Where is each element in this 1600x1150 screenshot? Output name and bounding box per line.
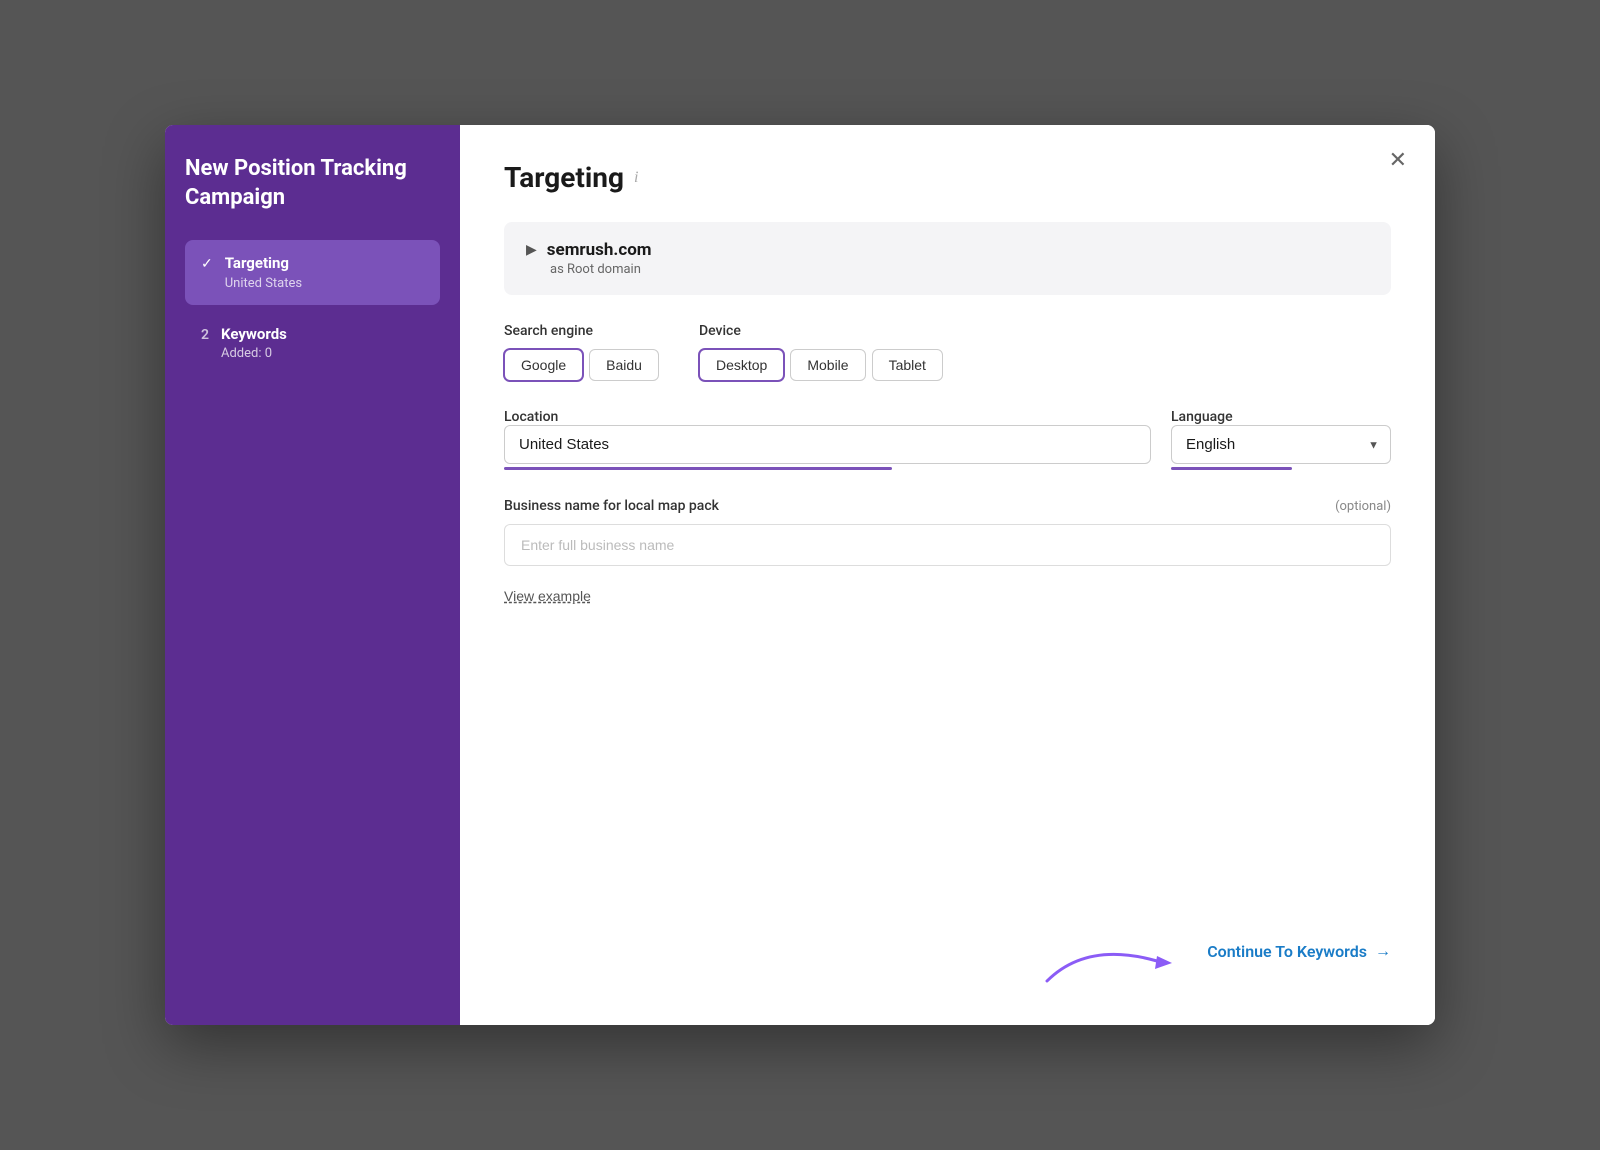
sidebar-item-targeting-sublabel: United States — [225, 276, 302, 291]
modal-wrapper: New Position Tracking Campaign ✓ Targeti… — [165, 125, 1435, 1025]
language-select-wrapper: English Spanish French German — [1171, 425, 1391, 464]
language-underline — [1171, 467, 1292, 470]
sidebar-item-keywords[interactable]: 2 Keywords Added: 0 — [185, 311, 440, 376]
device-group: Device Desktop Mobile Tablet — [699, 323, 943, 381]
optional-text: (optional) — [1335, 499, 1391, 514]
sidebar-item-targeting-label: Targeting — [225, 254, 302, 274]
device-buttons: Desktop Mobile Tablet — [699, 349, 943, 381]
sidebar-item-keywords-label: Keywords — [221, 325, 287, 345]
continue-label: Continue To Keywords — [1207, 942, 1367, 961]
business-label-row: Business name for local map pack (option… — [504, 498, 1391, 514]
search-device-row: Search engine Google Baidu Device Deskto… — [504, 323, 1391, 381]
continue-button[interactable]: Continue To Keywords → — [1207, 941, 1391, 961]
location-label: Location — [504, 409, 1151, 425]
page-title-text: Targeting — [504, 161, 624, 194]
search-engine-group: Search engine Google Baidu — [504, 323, 659, 381]
close-button[interactable]: ✕ — [1385, 145, 1411, 175]
business-section: Business name for local map pack (option… — [504, 498, 1391, 566]
domain-card-inner: ▶ semrush.com — [526, 240, 1369, 260]
location-language-row: Location Language English Spanish French… — [504, 409, 1391, 470]
language-label: Language — [1171, 409, 1391, 425]
sidebar-item-targeting-content: Targeting United States — [225, 254, 302, 291]
desktop-button[interactable]: Desktop — [699, 349, 784, 381]
language-group: Language English Spanish French German — [1171, 409, 1391, 470]
sidebar-item-keywords-number: 2 — [201, 327, 209, 343]
continue-section: Continue To Keywords → — [1027, 921, 1391, 981]
location-group: Location — [504, 409, 1151, 470]
domain-name: semrush.com — [547, 240, 652, 260]
language-select[interactable]: English Spanish French German — [1171, 425, 1391, 464]
search-engine-buttons: Google Baidu — [504, 349, 659, 381]
business-label: Business name for local map pack — [504, 498, 719, 514]
curved-arrow-decoration — [1027, 921, 1207, 991]
sidebar-item-keywords-content: Keywords Added: 0 — [221, 325, 287, 362]
domain-type: as Root domain — [550, 262, 1369, 277]
location-underline — [504, 467, 892, 470]
page-title: Targeting i — [504, 161, 1391, 194]
business-input[interactable] — [504, 524, 1391, 566]
info-icon[interactable]: i — [634, 169, 638, 187]
sidebar-item-keywords-sublabel: Added: 0 — [221, 346, 287, 361]
check-icon: ✓ — [201, 256, 213, 272]
sidebar-title: New Position Tracking Campaign — [185, 155, 440, 212]
tablet-button[interactable]: Tablet — [872, 349, 943, 381]
main-content: ✕ Targeting i ▶ semrush.com as Root doma… — [460, 125, 1435, 1025]
baidu-button[interactable]: Baidu — [589, 349, 659, 381]
mobile-button[interactable]: Mobile — [790, 349, 865, 381]
domain-card[interactable]: ▶ semrush.com as Root domain — [504, 222, 1391, 295]
device-label: Device — [699, 323, 943, 339]
google-button[interactable]: Google — [504, 349, 583, 381]
location-input[interactable] — [504, 425, 1151, 464]
domain-info: semrush.com — [547, 240, 652, 260]
sidebar-item-targeting[interactable]: ✓ Targeting United States — [185, 240, 440, 305]
sidebar: New Position Tracking Campaign ✓ Targeti… — [165, 125, 460, 1025]
view-example-link[interactable]: View example — [504, 588, 591, 604]
search-engine-label: Search engine — [504, 323, 659, 339]
chevron-right-icon: ▶ — [526, 242, 537, 258]
continue-arrow-icon: → — [1375, 941, 1391, 961]
